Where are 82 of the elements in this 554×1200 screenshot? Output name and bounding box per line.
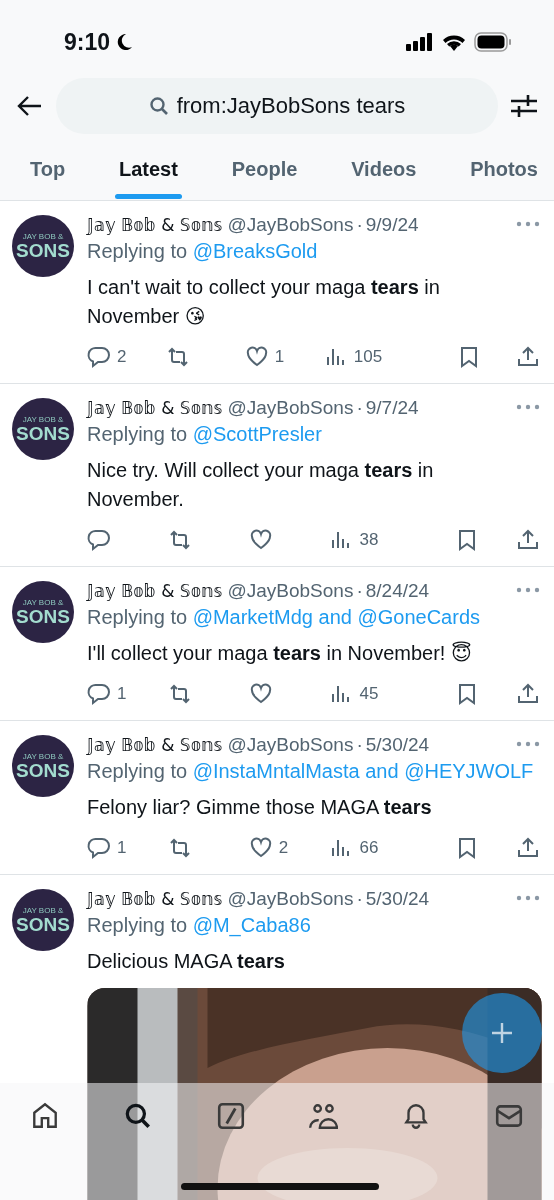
more-icon[interactable] bbox=[516, 221, 540, 227]
search-icon bbox=[148, 96, 169, 116]
author-name[interactable]: 𝕁𝕒𝕪 𝔹𝕠𝕓 & 𝕊𝕠𝕟𝕤 bbox=[87, 733, 223, 757]
reply-icon bbox=[87, 345, 111, 369]
views-button[interactable]: 45 bbox=[329, 682, 379, 706]
heart-icon bbox=[244, 345, 269, 369]
share-icon bbox=[516, 345, 540, 369]
reply-icon bbox=[87, 836, 111, 860]
compose-button[interactable] bbox=[462, 993, 542, 1073]
battery-icon bbox=[474, 32, 512, 52]
separator-dot: · bbox=[356, 887, 363, 911]
tweet-date: 8/24/24 bbox=[365, 579, 430, 603]
separator-dot: · bbox=[356, 396, 363, 420]
heart-icon bbox=[248, 836, 273, 860]
author-name[interactable]: 𝕁𝕒𝕪 𝔹𝕠𝕓 & 𝕊𝕠𝕟𝕤 bbox=[87, 213, 223, 237]
separator-dot: · bbox=[356, 579, 363, 603]
search-field[interactable]: from:JayBobSons tears bbox=[56, 78, 498, 134]
signal-icon bbox=[406, 33, 434, 51]
heart-icon bbox=[248, 682, 273, 706]
reply-label: Replying to bbox=[87, 914, 189, 936]
more-icon[interactable] bbox=[516, 587, 540, 593]
tweet-text: Nice try. Will collect your maga tears in November. bbox=[87, 458, 435, 512]
share-icon bbox=[516, 836, 540, 860]
reply-icon bbox=[87, 682, 111, 706]
share-icon bbox=[516, 528, 540, 552]
avatar[interactable]: JAY BOB & SONS bbox=[12, 735, 74, 797]
reply-button[interactable]: 1 bbox=[87, 836, 131, 860]
separator-dot: · bbox=[356, 213, 363, 237]
reply-icon bbox=[87, 528, 111, 552]
views-button[interactable]: 38 bbox=[329, 528, 379, 552]
avatar[interactable]: JAY BOB & SONS bbox=[12, 398, 74, 460]
tweet-text: I can't wait to collect your maga tears in November 😘 bbox=[87, 275, 441, 329]
author-name[interactable]: 𝕁𝕒𝕪 𝔹𝕠𝕓 & 𝕊𝕠𝕟𝕤 bbox=[87, 396, 223, 420]
people-icon[interactable] bbox=[308, 1101, 339, 1131]
views-button[interactable]: 105 bbox=[323, 345, 383, 369]
tweet-date: 5/30/24 bbox=[365, 887, 430, 911]
heart-icon bbox=[248, 528, 273, 552]
reply-label: Replying to bbox=[87, 423, 189, 445]
reply-button[interactable]: 2 bbox=[87, 345, 131, 369]
author-handle: @JayBobSons bbox=[227, 887, 354, 911]
more-icon[interactable] bbox=[516, 895, 540, 901]
avatar[interactable]: JAY BOB & SONS bbox=[12, 889, 74, 951]
avatar[interactable]: JAY BOB & SONS bbox=[12, 581, 74, 643]
share-button[interactable] bbox=[516, 836, 540, 860]
clock-time: 9:10 bbox=[64, 28, 111, 56]
share-button[interactable] bbox=[516, 345, 540, 369]
more-icon[interactable] bbox=[516, 404, 540, 410]
separator-dot: · bbox=[356, 733, 363, 757]
search-tab[interactable]: Photos bbox=[470, 154, 538, 200]
plus-icon bbox=[490, 1021, 514, 1045]
tweet-text: Delicious MAGA tears bbox=[87, 949, 286, 974]
share-button[interactable] bbox=[516, 528, 540, 552]
back-arrow-icon bbox=[17, 95, 43, 117]
like-button[interactable]: 2 bbox=[248, 836, 293, 860]
author-handle: @JayBobSons bbox=[227, 396, 354, 420]
tweet-date: 9/7/24 bbox=[365, 396, 419, 420]
reply-label: Replying to bbox=[87, 240, 189, 262]
avatar[interactable]: JAY BOB & SONS bbox=[12, 215, 74, 277]
tweet-text: Felony liar? Gimme those MAGA tears bbox=[87, 795, 433, 820]
tweet-date: 9/9/24 bbox=[365, 213, 419, 237]
author-handle: @JayBobSons bbox=[227, 579, 354, 603]
search-tab[interactable]: Top bbox=[30, 154, 66, 200]
author-handle: @JayBobSons bbox=[227, 733, 354, 757]
author-name[interactable]: 𝕁𝕒𝕪 𝔹𝕠𝕓 & 𝕊𝕠𝕟𝕤 bbox=[87, 887, 223, 911]
author-name[interactable]: 𝕁𝕒𝕪 𝔹𝕠𝕓 & 𝕊𝕠𝕟𝕤 bbox=[87, 579, 223, 603]
more-icon[interactable] bbox=[516, 741, 540, 747]
slash-square-icon[interactable] bbox=[215, 1101, 246, 1131]
sliders-icon bbox=[510, 93, 538, 119]
share-icon bbox=[516, 682, 540, 706]
reply-button[interactable]: 1 bbox=[87, 682, 131, 706]
wifi-icon bbox=[441, 33, 467, 51]
tweet-text: I'll collect your maga tears in November! 😇 bbox=[87, 640, 473, 666]
views-button[interactable]: 66 bbox=[329, 836, 379, 860]
home-icon[interactable] bbox=[30, 1101, 60, 1131]
search-tab[interactable]: People bbox=[231, 154, 298, 200]
reply-label: Replying to bbox=[87, 606, 189, 628]
reply-label: Replying to bbox=[87, 760, 189, 782]
author-handle: @JayBobSons bbox=[227, 213, 354, 237]
search-tab[interactable]: Videos bbox=[351, 154, 417, 200]
like-button[interactable]: 1 bbox=[244, 345, 289, 369]
share-button[interactable] bbox=[516, 682, 540, 706]
tweet-date: 5/30/24 bbox=[365, 733, 430, 757]
